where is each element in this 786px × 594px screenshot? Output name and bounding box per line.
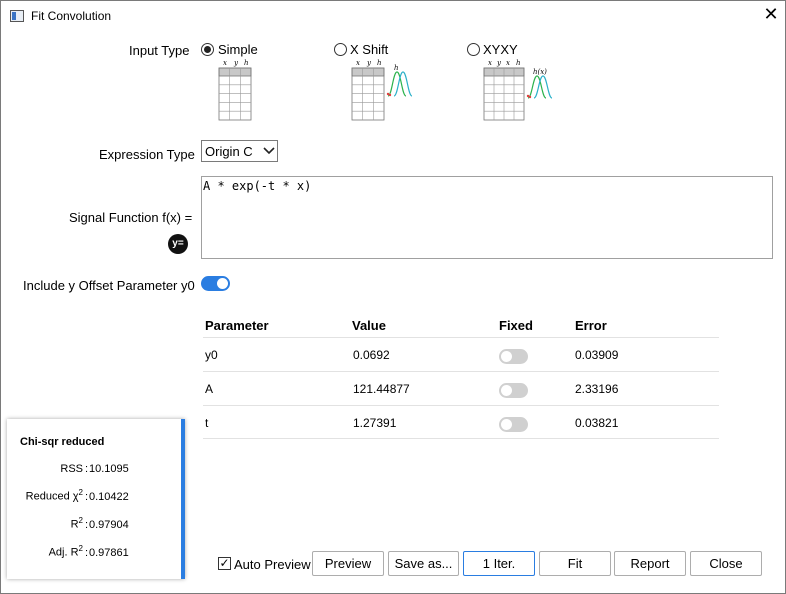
param-value[interactable]: 1.27391 (353, 416, 396, 430)
x-shift-col-x: x (356, 59, 360, 67)
param-error: 0.03909 (575, 348, 619, 362)
fixed-toggle[interactable] (499, 349, 528, 364)
r2-label: R2 (7, 516, 83, 531)
param-name: A (205, 382, 214, 396)
chevron-down-icon (263, 147, 275, 155)
table-row: t 1.27391 0.03821 (203, 405, 719, 439)
reduced-chi-value: 0.10422 (89, 491, 129, 503)
table-row: A 121.44877 2.33196 (203, 371, 719, 405)
reduced-chi-colon: : (85, 491, 89, 503)
x-shift-col-y: y (366, 59, 372, 67)
title-bar: Fit Convolution ✕ (1, 1, 785, 31)
adj-r2-label: Adj. R2 (7, 544, 83, 559)
header-value: Value (352, 318, 386, 333)
x-shift-col-h: h (377, 59, 382, 67)
report-button[interactable]: Report (614, 551, 686, 576)
param-name: t (205, 416, 209, 430)
app-icon (10, 10, 24, 22)
fixed-toggle[interactable] (499, 417, 528, 432)
adj-r2-text: Adj. R (48, 546, 79, 559)
auto-preview-checkbox[interactable]: ✓ (218, 557, 231, 570)
stats-title: Chi-sqr reduced (20, 436, 105, 448)
function-builder-icon[interactable]: y= (168, 234, 188, 254)
table-row: y0 0.0692 0.03909 (203, 337, 719, 371)
xyxy-curve-label: h(x) (533, 68, 547, 76)
param-error: 2.33196 (575, 382, 619, 396)
simple-col-h: h (244, 59, 249, 67)
input-type-label: Input Type (129, 43, 190, 58)
adj-r2-colon: : (85, 547, 89, 559)
fit-convolution-dialog: Fit Convolution ✕ Input Type Simple x y … (0, 0, 786, 594)
signal-function-editor[interactable]: A * exp(-t * x) (201, 176, 773, 259)
expression-type-select[interactable]: Origin C (201, 140, 278, 162)
param-error: 0.03821 (575, 416, 619, 430)
rss-label: RSS (60, 463, 83, 475)
fit-button[interactable]: Fit (539, 551, 611, 576)
xyxy-sheet-icon: x y x h h(x) (483, 59, 553, 121)
header-fixed: Fixed (499, 318, 533, 333)
simple-col-y: y (233, 59, 239, 67)
r2-text: R (70, 518, 79, 531)
x-shift-sheet-icon: x y h h (351, 59, 413, 121)
y-offset-toggle[interactable] (201, 276, 230, 291)
adj-r2-sup: 2 (78, 544, 83, 553)
fixed-toggle[interactable] (499, 383, 528, 398)
reduced-chi-text: Reduced χ (25, 490, 79, 503)
radio-x-shift-label[interactable]: X Shift (350, 42, 388, 57)
radio-xyxy-label[interactable]: XYXY (483, 42, 518, 57)
xyxy-col-x2: x (506, 59, 510, 67)
auto-preview-label[interactable]: Auto Preview (234, 557, 311, 572)
radio-x-shift[interactable] (334, 43, 347, 56)
radio-xyxy[interactable] (467, 43, 480, 56)
r2-value: 0.97904 (89, 519, 129, 531)
window-title: Fit Convolution (31, 9, 112, 23)
param-value[interactable]: 0.0692 (353, 348, 390, 362)
x-shift-curve-label: h (394, 64, 399, 72)
param-name: y0 (205, 348, 218, 362)
signal-function-label: Signal Function f(x) = (69, 210, 193, 225)
close-button[interactable]: Close (690, 551, 762, 576)
one-iteration-button[interactable]: 1 Iter. (463, 551, 535, 576)
xyxy-col-y: y (496, 59, 502, 67)
reduced-chi-label: Reduced χ2 (7, 488, 83, 503)
reduced-chi-sup: 2 (78, 488, 83, 497)
r2-sup: 2 (78, 516, 83, 525)
rss-colon: : (85, 463, 89, 475)
xyxy-col-x1: x (488, 59, 492, 67)
expression-type-label: Expression Type (99, 147, 195, 162)
radio-simple-label[interactable]: Simple (218, 42, 258, 57)
simple-col-x: x (223, 59, 227, 67)
header-error: Error (575, 318, 607, 333)
rss-value: 10.1095 (89, 463, 129, 475)
expression-type-value: Origin C (205, 144, 253, 159)
y-offset-label: Include y Offset Parameter y0 (23, 278, 195, 293)
radio-simple[interactable] (201, 43, 214, 56)
header-parameter: Parameter (205, 318, 269, 333)
simple-sheet-icon: x y h (218, 59, 252, 121)
r2-colon: : (85, 519, 89, 531)
xyxy-col-h: h (516, 59, 521, 67)
save-as-button[interactable]: Save as... (388, 551, 459, 576)
close-icon[interactable]: ✕ (762, 5, 780, 24)
preview-button[interactable]: Preview (312, 551, 384, 576)
param-value[interactable]: 121.44877 (353, 382, 410, 396)
adj-r2-value: 0.97861 (89, 547, 129, 559)
stats-panel: Chi-sqr reduced RSS : 10.1095 Reduced χ2… (7, 419, 185, 579)
